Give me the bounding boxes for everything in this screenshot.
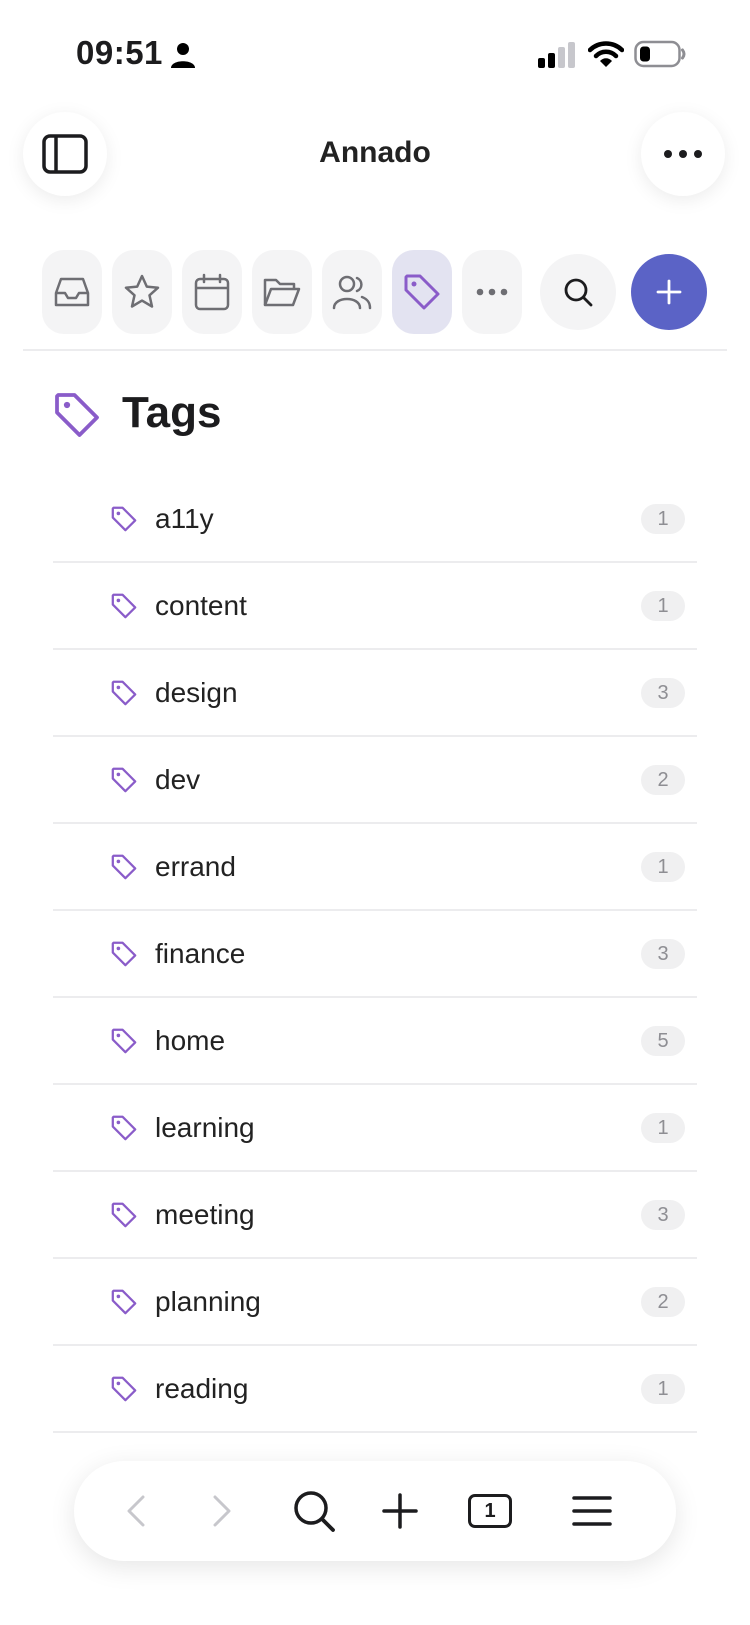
- back-button[interactable]: [108, 1483, 164, 1539]
- tag-label: home: [155, 1025, 226, 1056]
- tag-row-learning[interactable]: learning 1: [53, 1085, 697, 1172]
- person-icon: [171, 43, 195, 68]
- tag-icon: [111, 506, 137, 532]
- chevron-right-icon: [213, 1495, 231, 1527]
- tag-icon: [111, 1376, 137, 1402]
- tag-row-a11y[interactable]: a11y 1: [53, 476, 697, 563]
- plus-icon: [656, 279, 682, 305]
- status-time: 09:51: [76, 34, 163, 71]
- tag-row-design[interactable]: design 3: [53, 650, 697, 737]
- wifi-icon: [588, 41, 624, 67]
- tag-label: content: [155, 590, 247, 621]
- tool-inbox[interactable]: [42, 250, 102, 334]
- tag-list: a11y 1 content 1 design 3 dev 2 errand 1…: [53, 476, 697, 1433]
- hamburger-menu-icon: [572, 1496, 612, 1526]
- tag-row-finance[interactable]: finance 3: [53, 911, 697, 998]
- plus-icon: [382, 1493, 418, 1529]
- tag-icon: [111, 941, 137, 967]
- bottom-navigation-bar: 1: [74, 1461, 676, 1561]
- tag-count-badge: 1: [641, 504, 685, 534]
- tag-icon: [111, 1289, 137, 1315]
- folder-open-icon: [263, 278, 301, 307]
- tag-row-reading[interactable]: reading 1: [53, 1346, 697, 1433]
- tool-tags[interactable]: [392, 250, 452, 334]
- tag-icon: [111, 593, 137, 619]
- tag-count-badge: 5: [641, 1026, 685, 1056]
- chevron-left-icon: [127, 1495, 145, 1527]
- search-icon: [564, 278, 593, 307]
- tab-count-icon: 1: [468, 1494, 512, 1528]
- tag-label: finance: [155, 938, 246, 969]
- tag-icon: [111, 1202, 137, 1228]
- forward-button[interactable]: [194, 1483, 250, 1539]
- status-bar: 09:51: [0, 0, 750, 100]
- toolbar-divider: [23, 349, 727, 351]
- tag-count-badge: 2: [641, 1287, 685, 1317]
- tag-label: a11y: [155, 503, 214, 534]
- more-icon: [476, 288, 508, 296]
- tag-count-badge: 1: [641, 1374, 685, 1404]
- tag-label: reading: [155, 1373, 249, 1404]
- tag-count-badge: 1: [641, 591, 685, 621]
- menu-button[interactable]: [564, 1483, 620, 1539]
- tool-calendar[interactable]: [182, 250, 242, 334]
- tool-more[interactable]: [462, 250, 522, 334]
- app-title: Annado: [319, 136, 431, 169]
- tag-row-planning[interactable]: planning 2: [53, 1259, 697, 1346]
- search-icon: [294, 1491, 335, 1532]
- tag-row-home[interactable]: home 5: [53, 998, 697, 1085]
- add-button[interactable]: [631, 254, 707, 330]
- people-icon: [332, 275, 372, 310]
- tag-icon: [111, 767, 137, 793]
- toolbar-search-button[interactable]: [540, 254, 616, 330]
- nav-add-button[interactable]: [372, 1483, 428, 1539]
- tag-label: design: [155, 677, 238, 708]
- inbox-icon: [54, 277, 90, 307]
- tag-count-badge: 3: [641, 678, 685, 708]
- tag-icon: [111, 680, 137, 706]
- tabs-button[interactable]: 1: [462, 1483, 518, 1539]
- tag-count-badge: 3: [641, 1200, 685, 1230]
- tag-count-badge: 2: [641, 765, 685, 795]
- cellular-signal-icon: [538, 42, 575, 68]
- tag-row-errand[interactable]: errand 1: [53, 824, 697, 911]
- tag-icon: [111, 1115, 137, 1141]
- tag-count-badge: 1: [641, 1113, 685, 1143]
- star-icon: [124, 274, 160, 308]
- tag-label: errand: [155, 851, 236, 882]
- tool-projects[interactable]: [252, 250, 312, 334]
- tag-row-dev[interactable]: dev 2: [53, 737, 697, 824]
- tool-favorites[interactable]: [112, 250, 172, 334]
- tag-count-badge: 1: [641, 852, 685, 882]
- tag-label: learning: [155, 1112, 255, 1143]
- tag-label: dev: [155, 764, 201, 795]
- tag-icon: [111, 854, 137, 880]
- tag-label: planning: [155, 1286, 261, 1317]
- tool-people[interactable]: [322, 250, 382, 334]
- page-title: Tags: [122, 388, 222, 437]
- tag-row-content[interactable]: content 1: [53, 563, 697, 650]
- tag-icon: [404, 274, 440, 310]
- battery-icon: [634, 40, 686, 68]
- tag-label: meeting: [155, 1199, 255, 1230]
- nav-search-button[interactable]: [286, 1483, 342, 1539]
- tags-heading-icon: [55, 393, 99, 437]
- tag-row-meeting[interactable]: meeting 3: [53, 1172, 697, 1259]
- ellipsis-icon: [664, 150, 702, 158]
- more-options-button[interactable]: [641, 112, 725, 196]
- tag-count-badge: 3: [641, 939, 685, 969]
- tag-icon: [111, 1028, 137, 1054]
- calendar-icon: [194, 273, 230, 311]
